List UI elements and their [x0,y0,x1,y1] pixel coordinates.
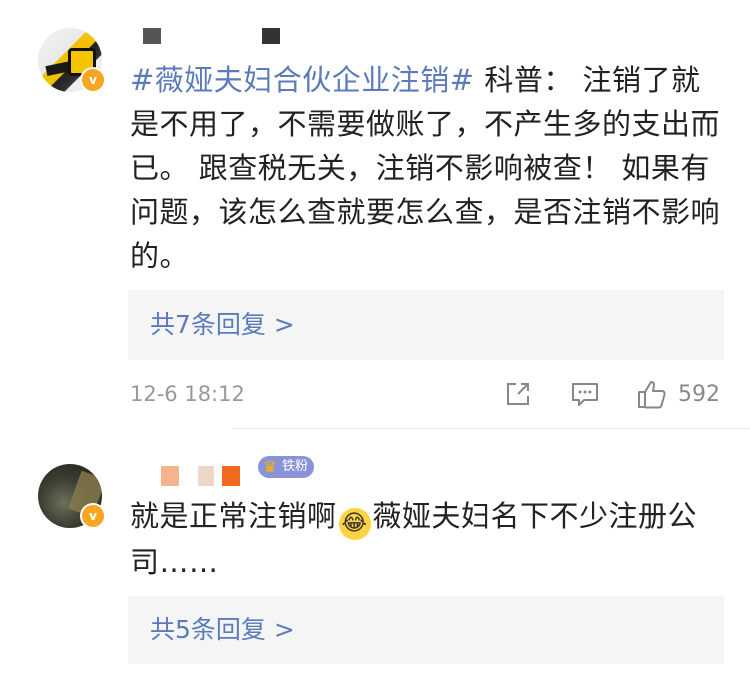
username-redacted[interactable] [161,466,179,486]
username-redacted[interactable] [222,466,240,486]
comment-body-start: 就是正常注销啊 [130,499,337,533]
view-replies-link[interactable]: 共5条回复 > [150,596,295,664]
like-count: 592 [678,382,720,407]
divider [232,428,750,429]
reply-box[interactable]: 共7条回复 > [128,290,724,360]
reply-box[interactable]: 共5条回复 > [128,596,724,664]
fan-badge[interactable]: ♛ 铁粉 [258,456,315,478]
username-redacted[interactable] [143,28,161,44]
hashtag-link[interactable]: #薇娅夫妇合伙企业注销# [130,63,475,97]
verified-badge-icon: v [80,503,106,529]
comment-text: 就是正常注销啊 😂 薇娅夫妇名下不少注册公司…… [130,494,730,584]
flame-icon: ♛ [262,457,278,476]
verified-badge-icon: v [80,67,106,93]
comment-text: #薇娅夫妇合伙企业注销# 科普： 注销了就是不用了，不需要做账了，不产生多的支出… [130,58,730,278]
share-icon[interactable] [504,380,532,408]
fan-badge-label: 铁粉 [282,459,309,474]
username-redacted[interactable] [262,28,280,44]
laugh-cry-emoji-icon: 😂 [338,508,371,540]
view-replies-link[interactable]: 共7条回复 > [150,290,295,360]
username-redacted[interactable] [198,466,214,486]
like-thumb-icon[interactable] [636,378,668,410]
comment-footer: 12-6 18:12 592 [0,374,750,414]
timestamp: 12-6 18:12 [130,382,245,406]
comment-icon[interactable] [570,380,600,408]
